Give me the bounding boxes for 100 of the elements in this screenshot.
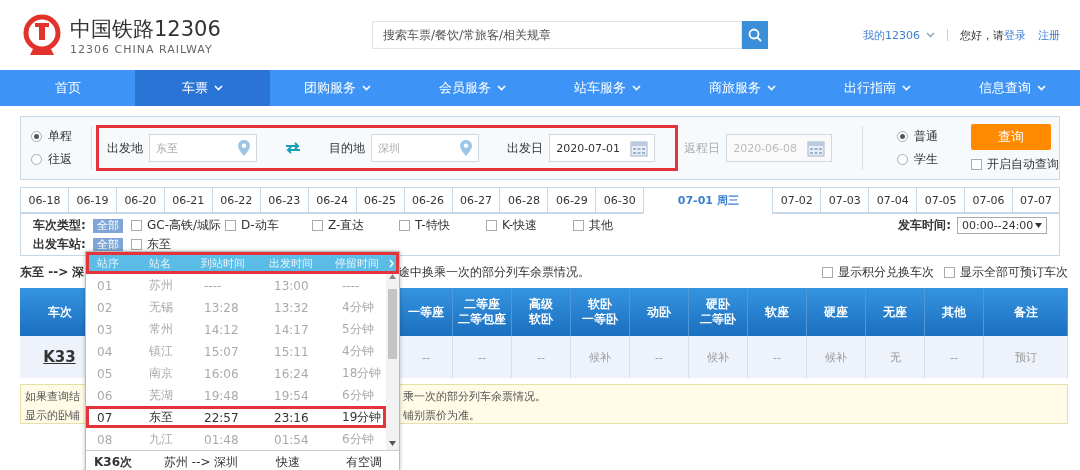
- passenger-type-radio[interactable]: 学生: [897, 151, 967, 168]
- checkbox-option[interactable]: 开启自动查询: [971, 155, 1059, 173]
- date-tab[interactable]: 07-01 周三: [643, 187, 773, 214]
- popup-column-header: 停留时间: [334, 255, 379, 271]
- date-tab[interactable]: 07-07: [1012, 187, 1060, 213]
- date-tab[interactable]: 06-25: [355, 187, 404, 213]
- checkbox-icon[interactable]: [822, 267, 833, 278]
- column-header: 二等包座: [458, 312, 506, 327]
- search-button[interactable]: [742, 21, 768, 49]
- checkbox-option[interactable]: 显示积分兑换车次: [822, 264, 934, 281]
- checkbox-icon[interactable]: [944, 267, 955, 278]
- caret-icon: [926, 32, 935, 38]
- checkbox-option[interactable]: K-快速: [486, 217, 570, 234]
- date-tab[interactable]: 06-28: [499, 187, 548, 213]
- checkbox-option[interactable]: 其他: [573, 217, 657, 234]
- checkbox-icon[interactable]: [131, 220, 142, 231]
- checkbox-option[interactable]: T-特快: [399, 217, 483, 234]
- column-header: 二等座: [464, 297, 500, 312]
- date-tab[interactable]: 06-23: [259, 187, 308, 213]
- swap-icon[interactable]: [285, 142, 302, 154]
- train-number-link[interactable]: K33: [43, 348, 76, 366]
- trip-type-radio[interactable]: 单程: [31, 128, 92, 145]
- register-link[interactable]: 注册: [1038, 27, 1060, 43]
- notice-text: 铺别票价为准。: [403, 408, 480, 423]
- date-tab[interactable]: 06-29: [547, 187, 596, 213]
- date-tab[interactable]: 07-03: [820, 187, 869, 213]
- date-tab[interactable]: 06-30: [595, 187, 644, 213]
- search-field[interactable]: 搜索车票/餐饮/常旅客/相关规章: [372, 21, 742, 49]
- radio-icon[interactable]: [897, 154, 908, 165]
- date-tab[interactable]: 06-22: [211, 187, 260, 213]
- checkbox-icon[interactable]: [971, 158, 982, 170]
- table-cell: --: [748, 336, 807, 378]
- table-cell: 候补: [571, 336, 630, 378]
- logo-subtitle: 12306 CHINA RAILWAY: [70, 42, 214, 56]
- checkbox-option[interactable]: D-动车: [225, 217, 309, 234]
- table-cell: --: [630, 336, 689, 378]
- table-cell: 候补: [807, 336, 866, 378]
- filter-label: 出发车站:: [33, 236, 87, 253]
- checkbox-icon[interactable]: [225, 220, 237, 231]
- filter-label: 发车时间:: [898, 217, 951, 234]
- date-tab[interactable]: 07-02: [772, 187, 821, 213]
- date-tab[interactable]: 06-18: [20, 187, 68, 213]
- radio-icon[interactable]: [31, 154, 42, 165]
- table-cell: --: [925, 336, 984, 378]
- column-header: 硬座: [824, 304, 848, 320]
- date-tab[interactable]: 06-26: [403, 187, 452, 213]
- column-header: 软座: [765, 304, 789, 320]
- column-header: 其他: [942, 304, 966, 320]
- calendar-icon: [807, 139, 826, 157]
- date-tab[interactable]: 06-24: [307, 187, 356, 213]
- date-tab[interactable]: 06-27: [451, 187, 500, 213]
- column-header: 动卧: [647, 304, 671, 320]
- date-tab[interactable]: 07-04: [868, 187, 917, 213]
- checkbox-icon[interactable]: [131, 239, 142, 250]
- popup-column-header: 到站时间: [200, 255, 245, 271]
- date-tab[interactable]: 07-05: [916, 187, 965, 213]
- field-label: 出发日: [507, 139, 544, 157]
- trip-type-radio[interactable]: 往返: [31, 151, 92, 168]
- table-cell: --: [453, 336, 512, 378]
- depart-date-field[interactable]: 2020-07-01: [549, 134, 656, 162]
- date-tab[interactable]: 06-19: [67, 187, 116, 213]
- column-header: 高级: [529, 297, 553, 312]
- checkbox-option[interactable]: 东至: [131, 236, 171, 253]
- popup-column-header: 站名: [148, 255, 171, 271]
- radio-icon[interactable]: [897, 131, 908, 142]
- popup-column-header: 站序: [96, 255, 119, 271]
- logo-title: 中国铁路12306: [70, 15, 221, 43]
- stop-row[interactable]: 07 东至 22:57 23:16 19分钟: [86, 406, 386, 428]
- route-title: 东至 --> 深: [20, 264, 85, 281]
- time-select[interactable]: 00:00--24:00: [957, 217, 1047, 234]
- popup-column-header: 出发时间: [268, 255, 313, 271]
- radio-icon[interactable]: [31, 131, 42, 142]
- table-cell: 候补: [689, 336, 748, 378]
- account-link[interactable]: 我的12306: [863, 27, 920, 43]
- date-tab[interactable]: 07-06: [964, 187, 1013, 213]
- date-tab[interactable]: 06-21: [163, 187, 212, 213]
- column-header: 软卧: [529, 312, 553, 327]
- checkbox-icon[interactable]: [486, 220, 498, 231]
- checkbox-icon[interactable]: [399, 220, 411, 231]
- nav-tab[interactable]: 车票: [135, 70, 270, 106]
- checkbox-icon[interactable]: [312, 220, 324, 231]
- field-label: 返程日: [684, 139, 721, 157]
- checkbox-icon[interactable]: [573, 220, 585, 231]
- date-tab[interactable]: 06-20: [115, 187, 164, 213]
- notice-text: 显示的卧铺: [25, 408, 80, 423]
- popup-facility: 有空调: [346, 453, 383, 470]
- location-pin-icon: [460, 140, 473, 156]
- column-header: 一等卧: [582, 312, 618, 327]
- column-header: 二等卧: [700, 312, 736, 327]
- calendar-icon: [630, 139, 649, 157]
- checkbox-option[interactable]: GC-高铁/城际: [131, 217, 222, 234]
- greeting-text: 您好，请: [960, 27, 1004, 43]
- scrollbar[interactable]: [386, 274, 399, 450]
- chevron-right-icon[interactable]: [389, 259, 394, 268]
- login-link[interactable]: 登录: [1004, 27, 1026, 43]
- checkbox-option[interactable]: Z-直达: [312, 217, 396, 234]
- popup-train-type: 快速: [276, 453, 301, 470]
- scroll-down-icon[interactable]: [389, 441, 396, 446]
- passenger-type-radio[interactable]: 普通: [897, 128, 967, 145]
- checkbox-option[interactable]: 显示全部可预订车次: [944, 264, 1068, 281]
